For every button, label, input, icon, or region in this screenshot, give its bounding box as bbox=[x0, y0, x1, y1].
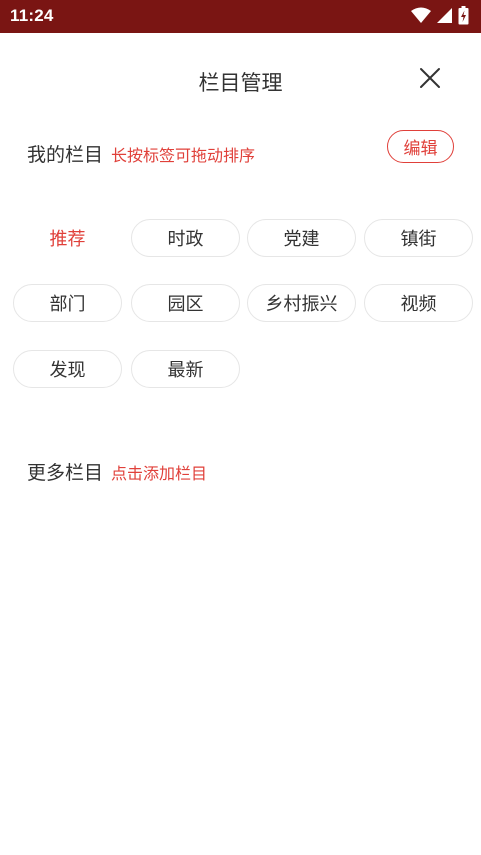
close-icon bbox=[420, 68, 440, 88]
channel-tag[interactable]: 推荐 bbox=[13, 219, 122, 257]
status-icons bbox=[411, 6, 469, 29]
more-channels-hint: 点击添加栏目 bbox=[111, 464, 208, 483]
page-title: 栏目管理 bbox=[198, 71, 283, 95]
battery-charging-icon bbox=[458, 6, 469, 29]
more-channels-header: 更多栏目 点击添加栏目 bbox=[27, 458, 207, 485]
edit-button[interactable]: 编辑 bbox=[387, 130, 454, 163]
channel-tag[interactable]: 部门 bbox=[13, 284, 122, 322]
channel-tag[interactable]: 乡村振兴 bbox=[247, 284, 356, 322]
status-time: 11:24 bbox=[10, 6, 54, 25]
my-channels-hint: 长按标签可拖动排序 bbox=[111, 146, 256, 165]
more-channels-title: 更多栏目 bbox=[27, 462, 104, 484]
channel-tag[interactable]: 最新 bbox=[131, 350, 240, 388]
my-channels-header: 我的栏目 长按标签可拖动排序 bbox=[27, 140, 255, 167]
title-bar: 栏目管理 bbox=[0, 33, 481, 121]
channel-tag[interactable]: 园区 bbox=[131, 284, 240, 322]
cellular-signal-icon bbox=[436, 7, 453, 28]
status-bar: 11:24 bbox=[0, 0, 481, 33]
channel-tag[interactable]: 党建 bbox=[247, 219, 356, 257]
my-channels-title: 我的栏目 bbox=[27, 144, 104, 166]
close-button[interactable] bbox=[416, 64, 444, 92]
channel-tag[interactable]: 时政 bbox=[131, 219, 240, 257]
channel-tag[interactable]: 视频 bbox=[364, 284, 473, 322]
channel-tag[interactable]: 镇街 bbox=[364, 219, 473, 257]
channel-tag[interactable]: 发现 bbox=[13, 350, 122, 388]
wifi-icon bbox=[411, 7, 431, 28]
